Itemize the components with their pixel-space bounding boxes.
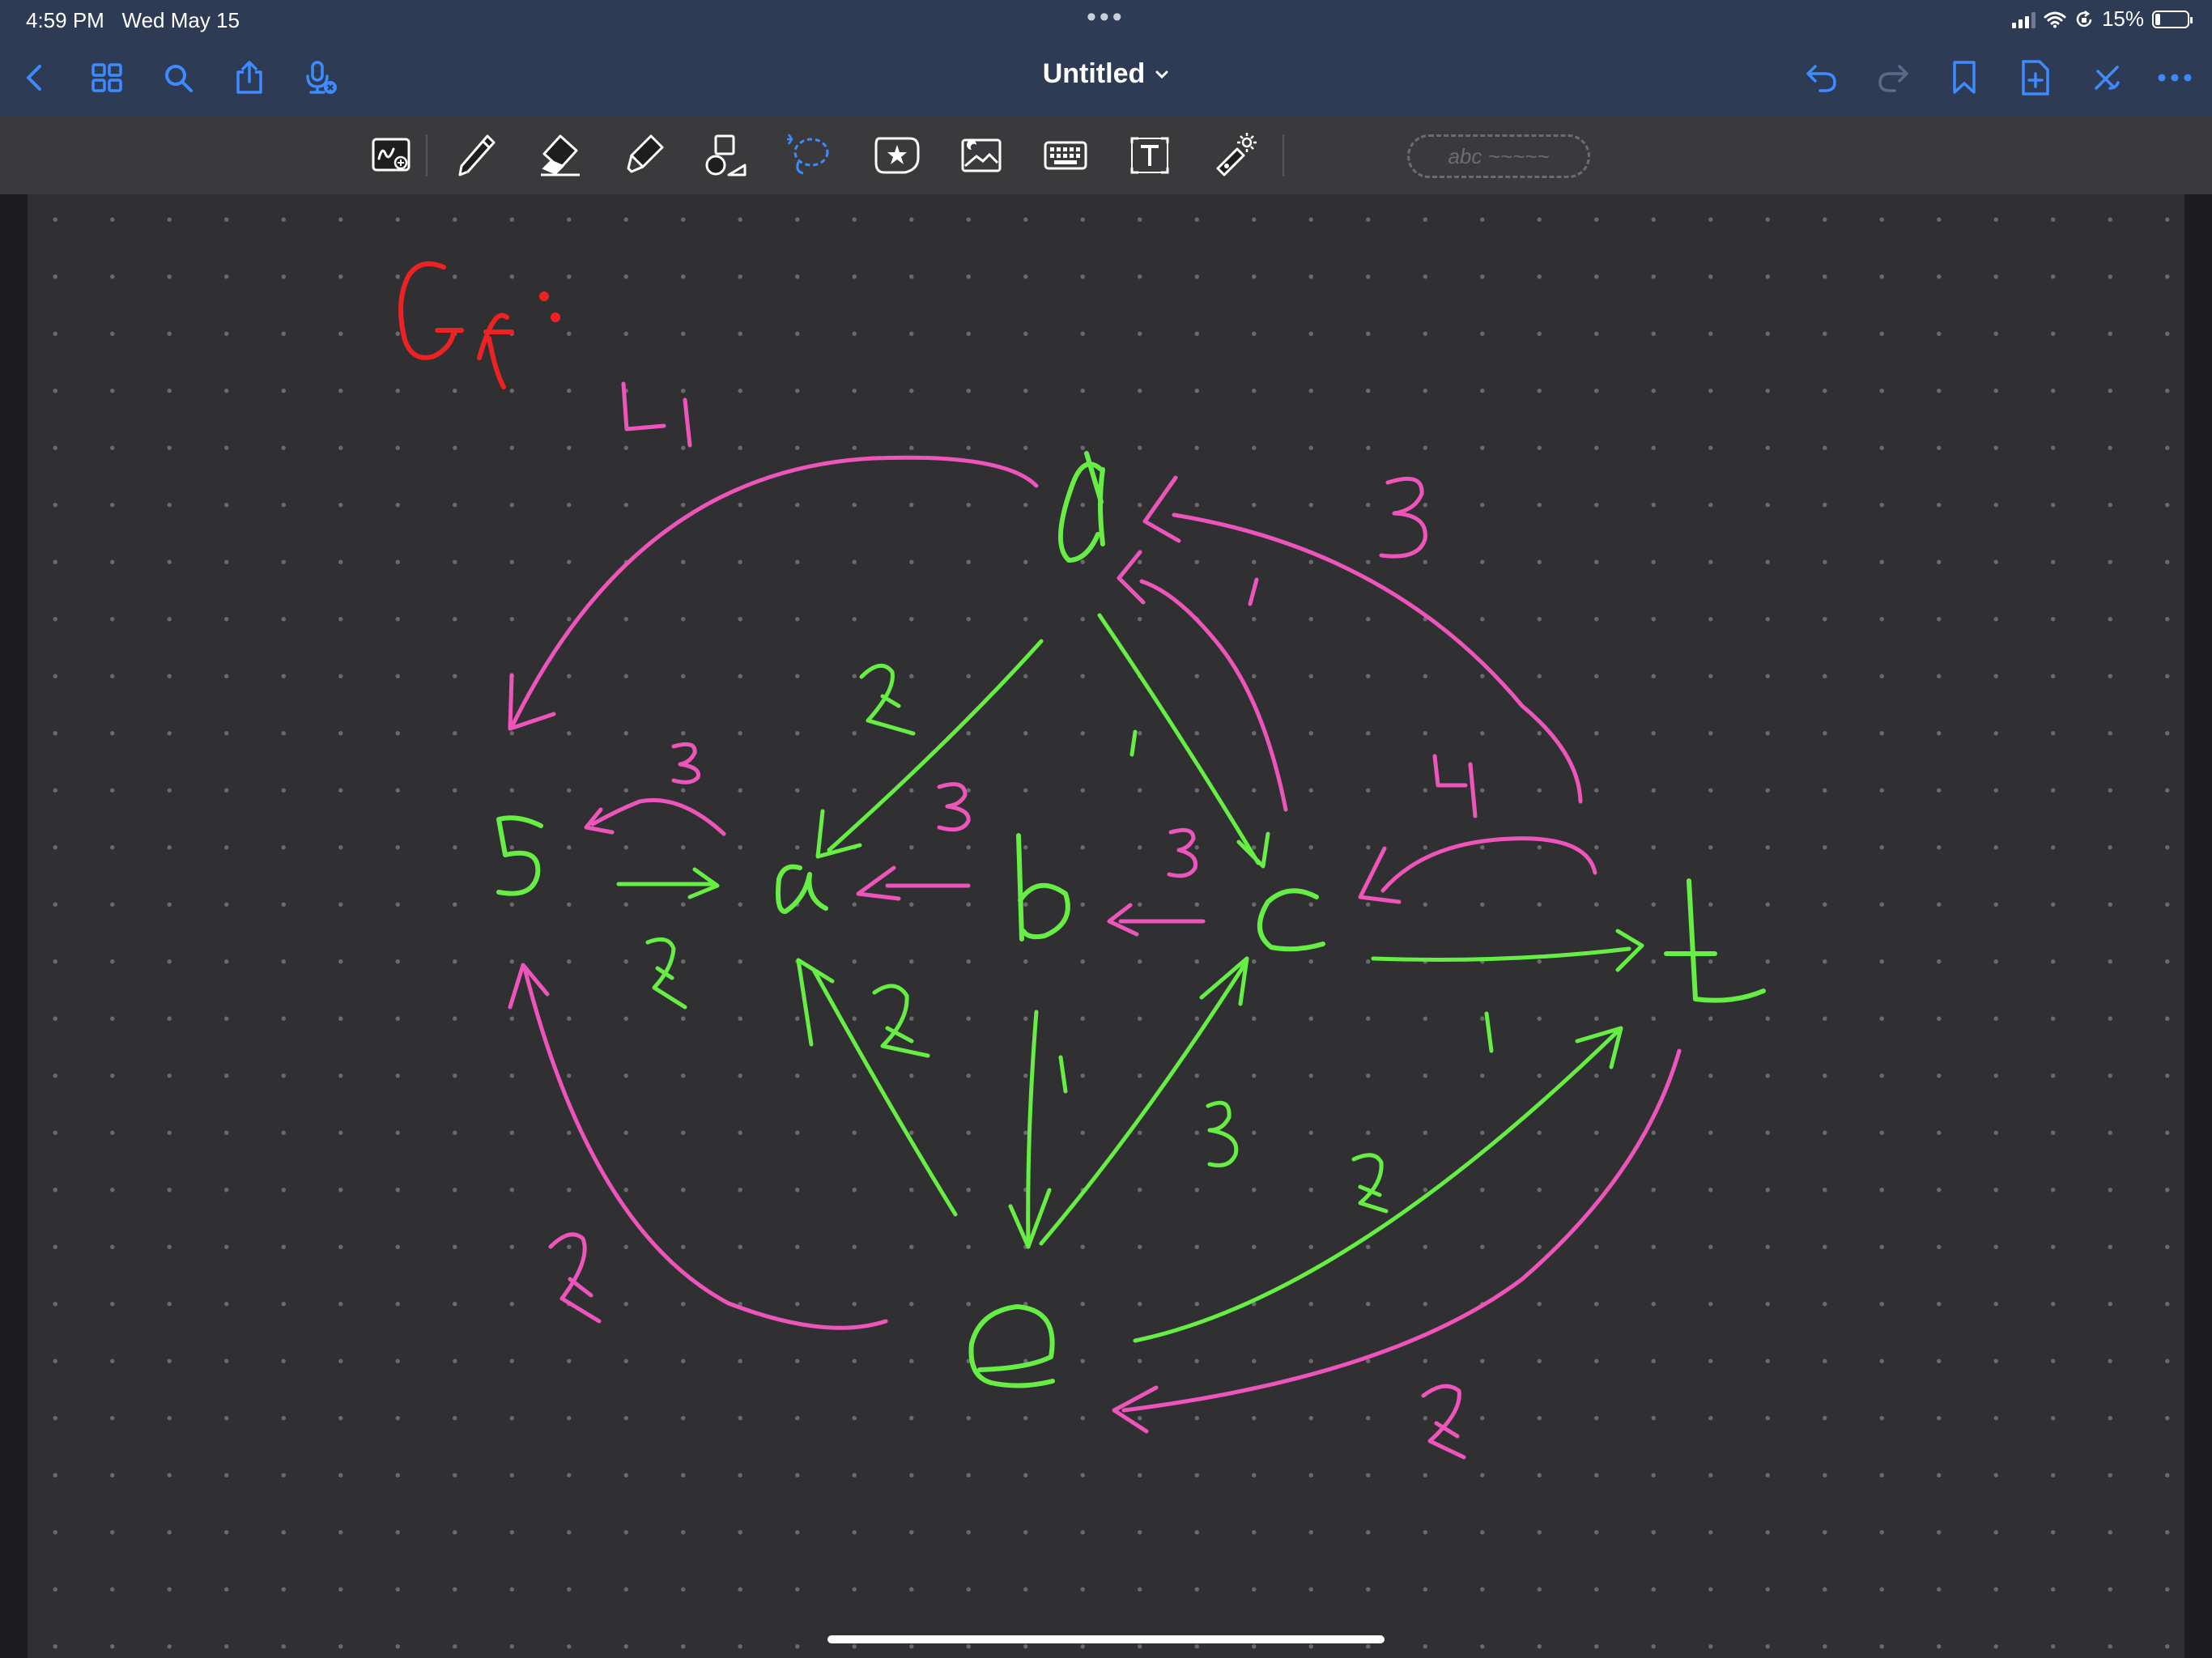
weight-3-t-d <box>1379 476 1427 559</box>
weight-3-c-b <box>1167 827 1198 878</box>
weight-1-c-d <box>1248 577 1259 606</box>
pink-edges <box>508 455 1682 1434</box>
edge-d-a <box>827 639 1044 852</box>
edge-t-d <box>1172 512 1583 804</box>
weight-1-b-e <box>1058 1055 1068 1094</box>
weight-4-d-s <box>621 381 692 448</box>
edge-d-s <box>511 455 1039 726</box>
heading-gf <box>398 261 560 389</box>
edge-t-c <box>1380 836 1597 893</box>
weight-2-t-e <box>1421 1384 1466 1460</box>
edge-a-s <box>590 797 726 836</box>
weight-1-d-c <box>1129 729 1138 757</box>
node-c <box>1257 888 1325 952</box>
node-a <box>776 864 828 914</box>
node-t <box>1664 878 1766 1003</box>
handwritten-graph-drawing <box>398 261 1766 1460</box>
weight-3-e-c <box>1206 1100 1239 1167</box>
edge-b-e <box>1026 1010 1039 1249</box>
node-b <box>1016 833 1070 942</box>
edge-d-c <box>1097 613 1261 865</box>
weight-2-e-a <box>872 984 930 1058</box>
weight-4-t-c <box>1432 754 1478 818</box>
weight-2-s-a <box>645 937 687 1010</box>
edge-e-a <box>812 969 958 1217</box>
node-e <box>968 1304 1055 1388</box>
edge-c-d <box>1139 579 1288 812</box>
node-s <box>496 815 543 896</box>
edge-c-t <box>1371 946 1631 962</box>
green-edges <box>616 613 1644 1343</box>
weight-3-b-a <box>937 782 971 832</box>
home-indicator[interactable] <box>827 1635 1385 1643</box>
weight-2-d-a <box>859 663 916 736</box>
node-d <box>1057 451 1105 563</box>
weight-1-c-t <box>1484 1011 1494 1053</box>
weight-2-e-t <box>1351 1153 1389 1214</box>
weight-2-e-s <box>548 1232 602 1324</box>
weight-3-a-s <box>671 742 701 784</box>
